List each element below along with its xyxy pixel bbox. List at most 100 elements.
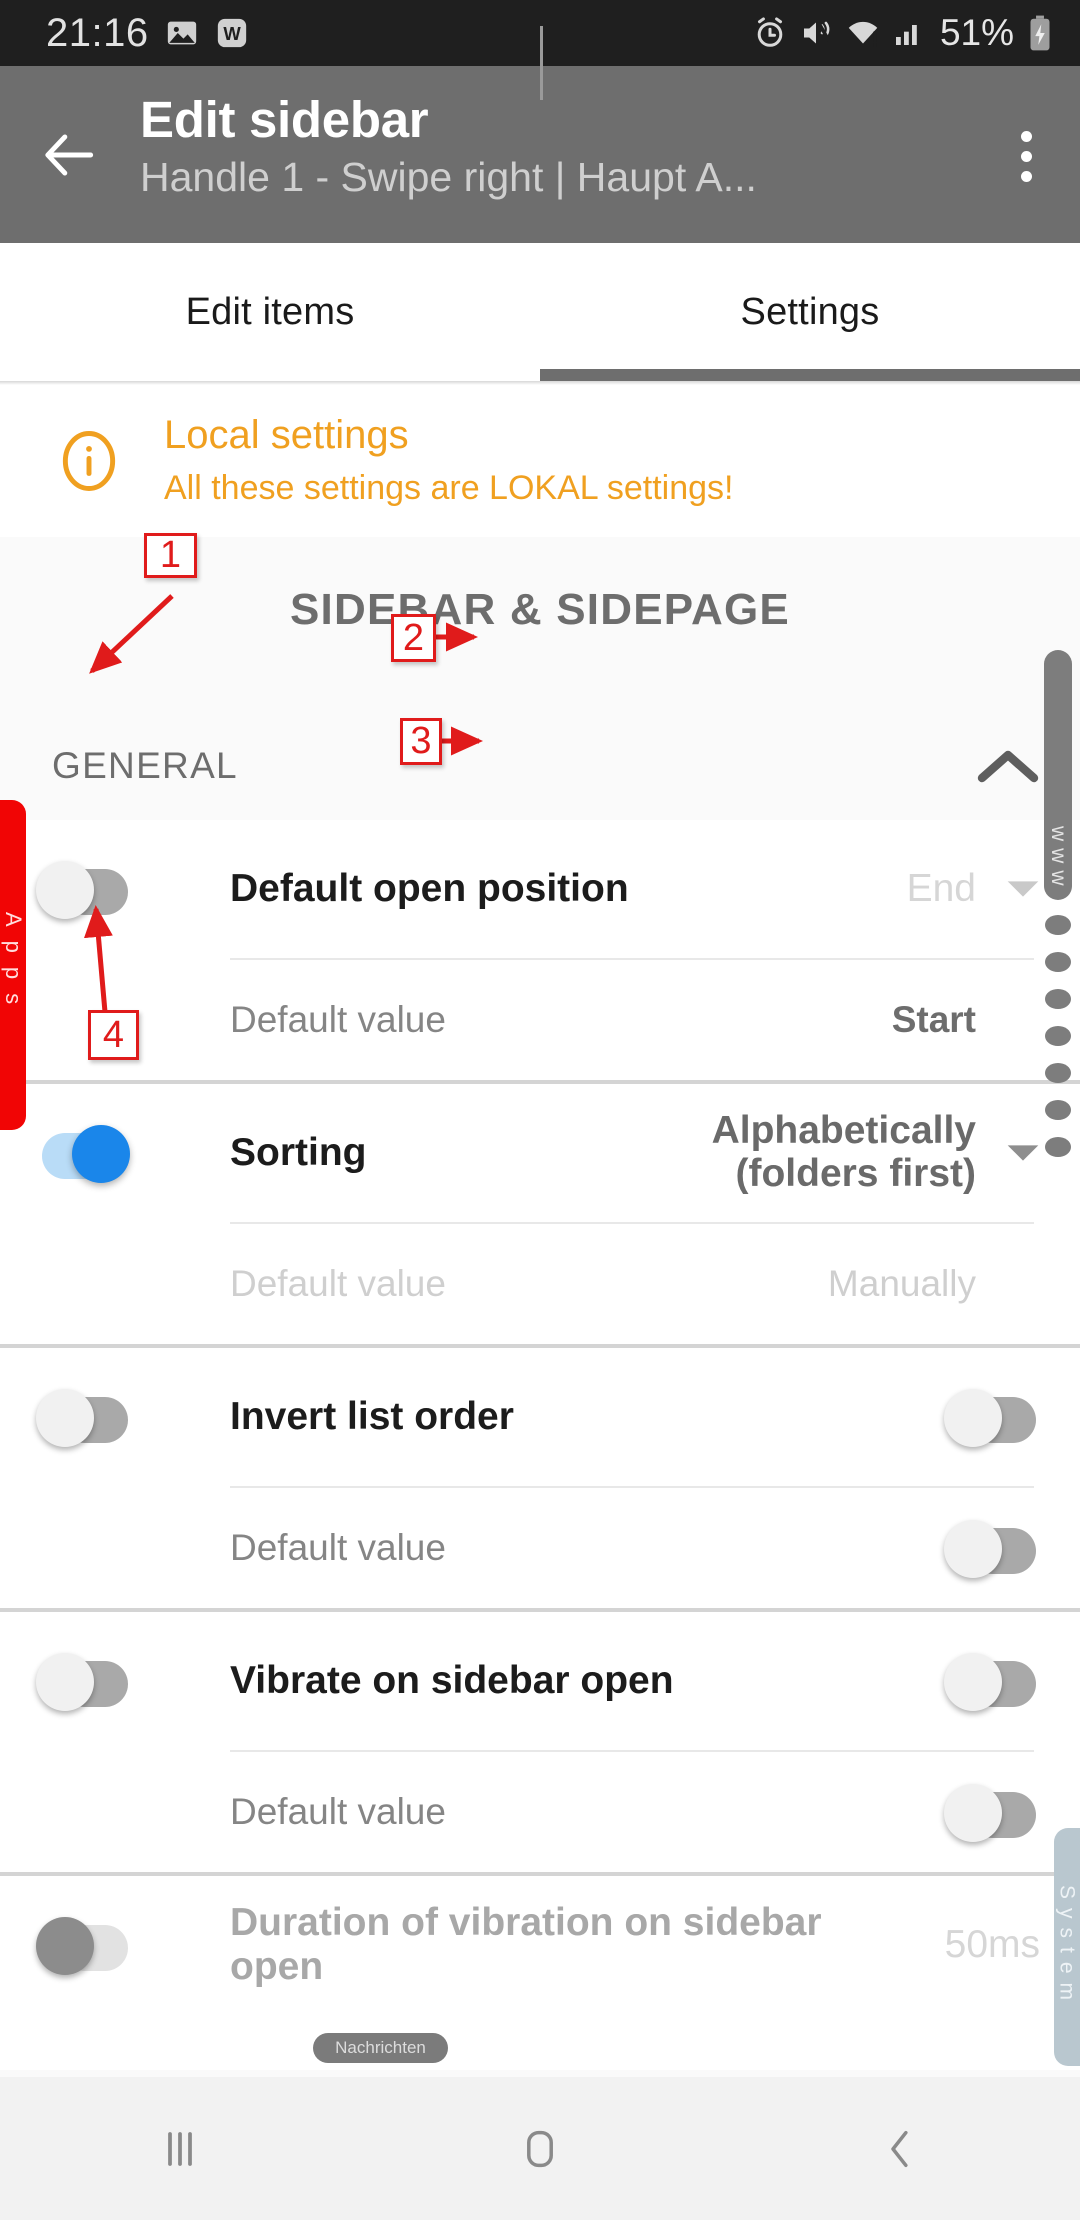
general-section-title: GENERAL: [52, 745, 238, 786]
recents-button[interactable]: [0, 2119, 360, 2179]
scroll-dot: [1045, 1026, 1071, 1046]
overflow-menu-button[interactable]: [972, 66, 1080, 243]
setting-row-vibrate-on-sidebar-open[interactable]: Vibrate on sidebar open: [0, 1612, 1080, 1750]
annotation-3: 3: [400, 718, 442, 765]
setting-group-vibrate-on-sidebar-open: Vibrate on sidebar open Default value: [0, 1612, 1080, 1872]
local-settings-banner: Local settings All these settings are LO…: [0, 385, 1080, 537]
default-value-label: Default value: [230, 998, 446, 1040]
edge-handle-apps[interactable]: Apps: [0, 800, 26, 1130]
override-toggle-vibrate-on-sidebar-open[interactable]: [36, 1653, 132, 1711]
wifi-warning-icon: [844, 14, 882, 52]
value-toggle-vibrate-on-sidebar-open[interactable]: [944, 1653, 1040, 1711]
default-value-label: Default value: [230, 1526, 446, 1568]
status-bar-left: 21:16 W: [46, 11, 249, 56]
setting-title: Vibrate on sidebar open: [230, 1659, 674, 1703]
recents-icon: [168, 2131, 192, 2166]
toggle-knob: [944, 1653, 1002, 1711]
settings-list: Default open position End Default value …: [0, 820, 1080, 2070]
status-clock: 21:16: [46, 10, 149, 55]
w-app-icon: W: [215, 16, 249, 50]
setting-group-duration-of-vibration: Duration of vibration on sidebar open 50…: [0, 1876, 1080, 2014]
edge-handle-apps-label: Apps: [0, 911, 26, 1019]
page-title: Edit sidebar: [140, 91, 429, 148]
toggle-knob: [72, 1125, 130, 1183]
default-value-text: Manually: [827, 1262, 976, 1304]
scroll-dot: [1045, 952, 1071, 972]
annotation-4-label: 4: [102, 1013, 125, 1056]
default-value-toggle: [944, 1784, 1040, 1842]
override-toggle-default-open-position[interactable]: [36, 861, 132, 919]
setting-row-default-value-vibrate: Default value: [0, 1752, 1080, 1872]
setting-row-sorting[interactable]: Sorting Alphabetically (folders first): [0, 1084, 1080, 1222]
annotation-1-label: 1: [159, 534, 182, 576]
toggle-knob: [36, 861, 94, 919]
setting-group-sorting: Sorting Alphabetically (folders first) D…: [0, 1084, 1080, 1344]
toggle-knob: [36, 1917, 94, 1975]
info-circle-icon: [62, 431, 116, 491]
phone-screen: 21:16 W 51% Edit sidebar Handle 1 - Swip…: [0, 0, 1080, 2220]
setting-value[interactable]: End: [907, 867, 976, 911]
setting-row-invert-list-order[interactable]: Invert list order: [0, 1348, 1080, 1486]
tab-settings[interactable]: Settings: [540, 243, 1080, 381]
chevron-up-icon[interactable]: [976, 746, 1040, 786]
setting-title: Duration of vibration on sidebar open: [230, 1901, 822, 1988]
setting-title: Default open position: [230, 867, 629, 911]
tab-edit-items-label: Edit items: [185, 290, 355, 333]
scroll-dot: [1045, 1137, 1071, 1157]
setting-row-default-open-position[interactable]: Default open position End: [0, 820, 1080, 958]
section-heading: SIDEBAR & SIDEPAGE: [290, 585, 790, 634]
toggle-knob: [36, 1389, 94, 1447]
battery-percent: 51%: [939, 12, 1014, 53]
image-icon: [165, 16, 199, 50]
edge-handle-system[interactable]: System: [1054, 1828, 1080, 2066]
back-button[interactable]: [0, 66, 140, 243]
default-value-label: Default value: [230, 1790, 446, 1832]
setting-row-default-value-open-position: Default value Start: [0, 960, 1080, 1080]
back-arrow-icon: [45, 133, 94, 176]
setting-row-default-value-sorting: Default value Manually: [0, 1224, 1080, 1344]
setting-row-duration-of-vibration[interactable]: Duration of vibration on sidebar open 50…: [0, 1876, 1080, 2014]
default-value-toggle: [944, 1520, 1040, 1578]
tab-bar: Edit items Settings: [0, 243, 1080, 381]
setting-group-invert-list-order: Invert list order Default value: [0, 1348, 1080, 1608]
home-button[interactable]: [360, 2121, 720, 2177]
setting-group-default-open-position: Default open position End Default value …: [0, 820, 1080, 1080]
status-bar-right: 51%: [752, 12, 1054, 54]
home-icon: [527, 2130, 553, 2167]
value-toggle-invert-list-order[interactable]: [944, 1389, 1040, 1447]
toggle-knob: [36, 1653, 94, 1711]
setting-title: Sorting: [230, 1131, 367, 1175]
override-toggle-duration-of-vibration[interactable]: [36, 1917, 132, 1975]
more-vertical-icon-dot: [1020, 151, 1032, 162]
toast-label: Nachrichten: [335, 2038, 426, 2057]
toggle-knob: [944, 1784, 1002, 1842]
scroll-dot: [1045, 1100, 1071, 1120]
banner-text: Local settings All these settings are LO…: [164, 412, 733, 509]
override-toggle-invert-list-order[interactable]: [36, 1389, 132, 1447]
setting-value[interactable]: Alphabetically (folders first): [596, 1109, 976, 1196]
setting-value[interactable]: 50ms: [945, 1923, 1040, 1967]
banner-title: Local settings: [164, 413, 409, 458]
svg-text:W: W: [223, 23, 241, 44]
scroll-dots: [1042, 915, 1074, 1157]
mute-vibrate-icon: [798, 15, 834, 51]
chevron-down-icon[interactable]: [1006, 878, 1040, 900]
tab-active-indicator: [540, 369, 1080, 381]
app-bar-titles: Edit sidebar Handle 1 - Swipe right | Ha…: [140, 66, 972, 202]
alarm-icon: [752, 15, 788, 51]
back-button-nav[interactable]: [720, 2121, 1080, 2177]
tab-edit-items[interactable]: Edit items: [0, 243, 540, 381]
tab-settings-label: Settings: [740, 290, 880, 333]
annotation-4: 4: [88, 1010, 139, 1060]
default-value-text: Start: [891, 998, 976, 1040]
chevron-down-icon[interactable]: [1006, 1142, 1040, 1164]
signal-icon: [892, 16, 924, 50]
battery-charging-icon: [1026, 14, 1054, 52]
general-section-header[interactable]: GENERAL: [0, 716, 1080, 816]
scrollbar-thumb[interactable]: www: [1044, 650, 1072, 900]
override-toggle-sorting[interactable]: [36, 1125, 132, 1183]
scrollbar-label: www: [1046, 825, 1070, 893]
edge-handle-system-label: System: [1055, 1884, 1079, 2009]
annotation-2: 2: [391, 614, 436, 662]
annotation-3-label: 3: [410, 720, 432, 762]
